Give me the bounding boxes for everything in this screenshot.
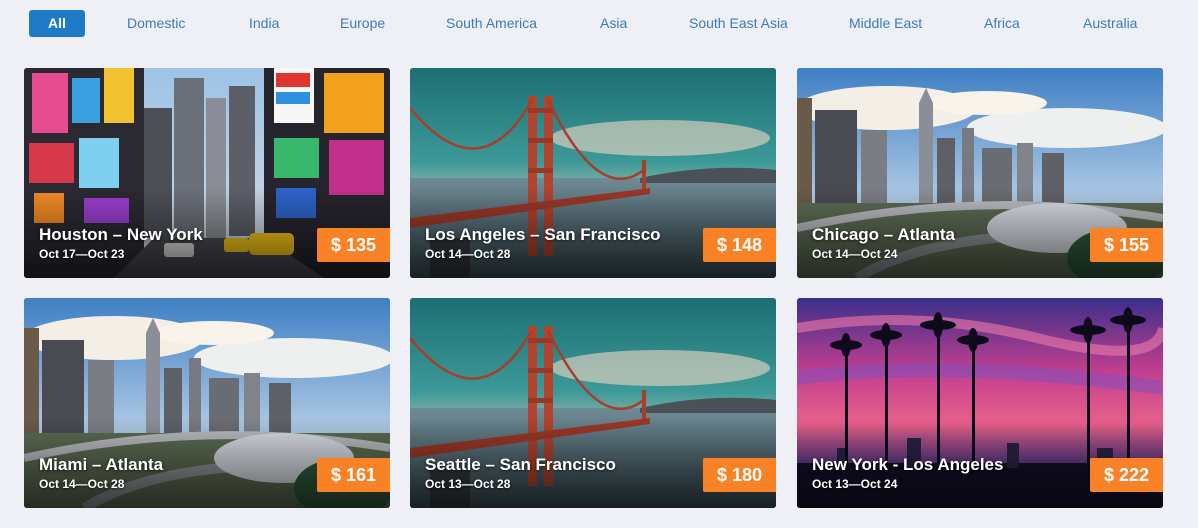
price-badge: $ 161 xyxy=(316,458,390,492)
deal-card-miami-atlanta[interactable]: Miami – Atlanta Oct 14—Oct 28 $ 161 xyxy=(24,298,390,508)
deal-card-los-angeles-san-francisco[interactable]: Los Angeles – San Francisco Oct 14—Oct 2… xyxy=(410,68,776,278)
tab-south-america[interactable]: South America xyxy=(446,10,537,37)
route-title: New York - Los Angeles xyxy=(812,455,1004,474)
travel-dates: Oct 14—Oct 24 xyxy=(812,247,898,261)
travel-dates: Oct 13—Oct 24 xyxy=(812,477,898,491)
travel-dates: Oct 14—Oct 28 xyxy=(425,247,511,261)
travel-dates: Oct 13—Oct 28 xyxy=(425,477,511,491)
tab-all[interactable]: All xyxy=(29,10,85,37)
route-title: Seattle – San Francisco xyxy=(425,455,616,474)
price-badge: $ 222 xyxy=(1089,458,1163,492)
deal-card-seattle-san-francisco[interactable]: Seattle – San Francisco Oct 13—Oct 28 $ … xyxy=(410,298,776,508)
destination-filter-tabs: All Domestic India Europe South America … xyxy=(0,10,1198,37)
tab-australia[interactable]: Australia xyxy=(1083,10,1137,37)
tab-india[interactable]: India xyxy=(249,10,279,37)
route-title: Los Angeles – San Francisco xyxy=(425,225,661,244)
price-badge: $ 180 xyxy=(702,458,776,492)
travel-dates: Oct 14—Oct 28 xyxy=(39,477,125,491)
price-badge: $ 148 xyxy=(702,228,776,262)
deal-card-new-york-los-angeles[interactable]: New York - Los Angeles Oct 13—Oct 24 $ 2… xyxy=(797,298,1163,508)
tab-middle-east[interactable]: Middle East xyxy=(849,10,922,37)
tab-europe[interactable]: Europe xyxy=(340,10,385,37)
travel-dates: Oct 17—Oct 23 xyxy=(39,247,125,261)
route-title: Miami – Atlanta xyxy=(39,455,164,474)
tab-africa[interactable]: Africa xyxy=(984,10,1020,37)
tab-asia[interactable]: Asia xyxy=(600,10,627,37)
route-title: Houston – New York xyxy=(39,225,203,244)
tab-domestic[interactable]: Domestic xyxy=(127,10,185,37)
price-badge: $ 155 xyxy=(1089,228,1163,262)
deal-card-houston-new-york[interactable]: Houston – New York Oct 17—Oct 23 $ 135 xyxy=(24,68,390,278)
route-title: Chicago – Atlanta xyxy=(812,225,955,244)
tab-south-east-asia[interactable]: South East Asia xyxy=(689,10,788,37)
price-badge: $ 135 xyxy=(316,228,390,262)
deal-card-chicago-atlanta[interactable]: Chicago – Atlanta Oct 14—Oct 24 $ 155 xyxy=(797,68,1163,278)
